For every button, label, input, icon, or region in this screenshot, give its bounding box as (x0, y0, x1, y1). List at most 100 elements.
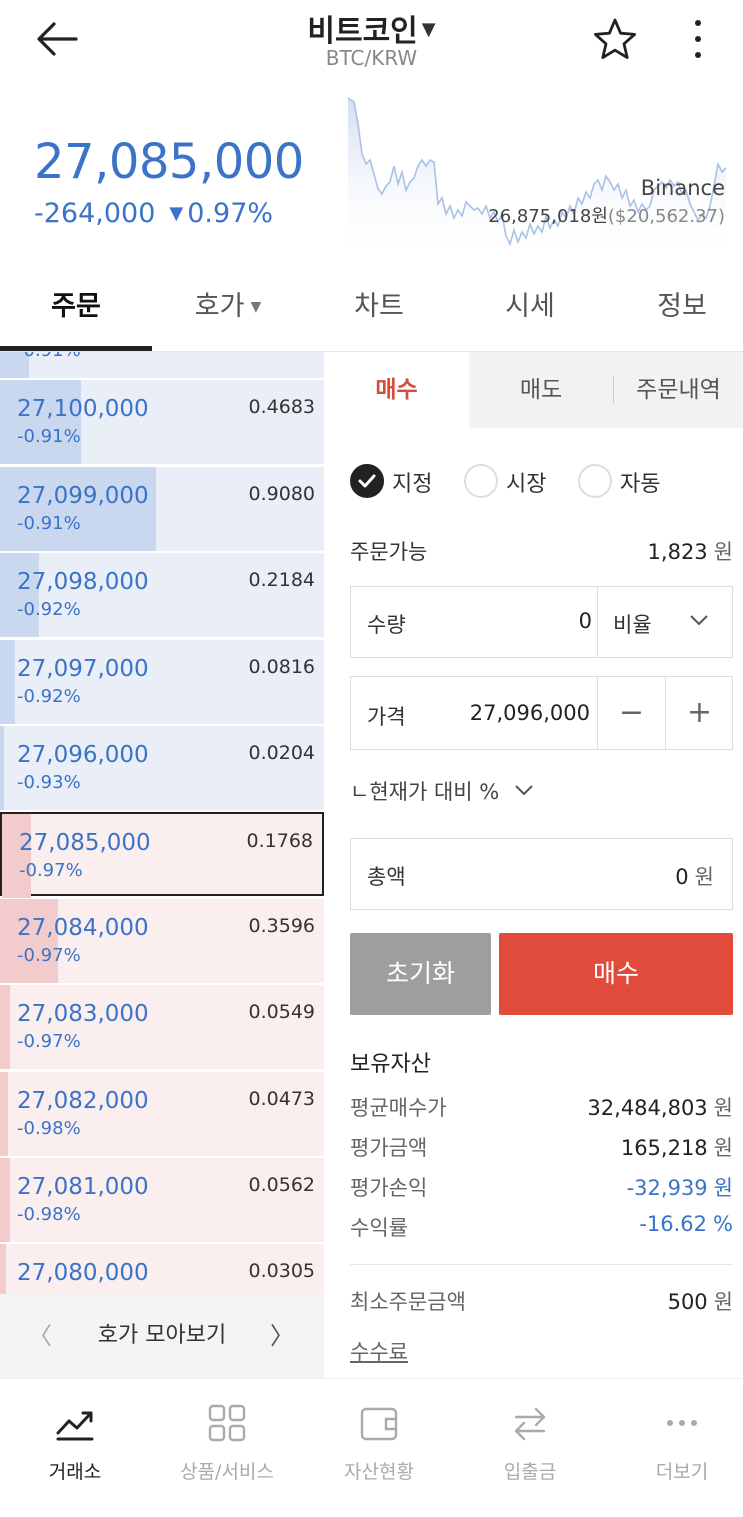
holding-value: 165,218 원 (621, 1132, 733, 1162)
orderbook-price: 27,083,000 (17, 1001, 149, 1028)
orderbook-price: 27,080,000 (17, 1260, 149, 1287)
total-field[interactable]: 총액 0원 (350, 838, 733, 910)
orderbook-price: 27,085,000 (19, 830, 151, 857)
min-order-unit: 원 (713, 1290, 733, 1314)
orderbook-row-current[interactable]: 27,085,000 -0.97% 0.1768 (0, 812, 324, 899)
nav-label: 입출금 (503, 1461, 557, 1483)
radio-market-label: 시장 (506, 472, 547, 497)
orderbook-percent: -0.97% (19, 860, 83, 882)
main-tabs: 주문 호가 ▼ 차트 시세 정보 (0, 266, 743, 352)
bottom-navigation: 거래소 상품/서비스 자산현황 입출금 더보기 (0, 1378, 743, 1517)
radio-auto[interactable] (578, 464, 612, 498)
total-amount: 0 (675, 865, 689, 889)
orderbook-row[interactable]: 27,100,000 -0.91% 0.4683 (0, 380, 324, 465)
orderbook-row[interactable]: 27,082,000 -0.98% 0.0473 (0, 1071, 324, 1156)
radio-market[interactable] (464, 464, 498, 498)
buy-button[interactable]: 매수 (499, 933, 733, 1015)
chevron-right-icon[interactable]: 〉 (270, 1294, 294, 1378)
nav-item[interactable]: 상품/서비스 (153, 1379, 301, 1517)
holding-unit: 원 (713, 1136, 733, 1160)
orderbook-row[interactable]: 27,098,000 -0.92% 0.2184 (0, 553, 324, 638)
orderbook-row[interactable]: 27,081,000 -0.98% 0.0562 (0, 1158, 324, 1242)
min-order-amount: 최소주문금액 500 원 (350, 1286, 733, 1316)
nav-item[interactable]: 자산현황 (305, 1379, 453, 1517)
holding-label: 평가손익 (350, 1176, 428, 1200)
orderbook-price: 27,096,000 (17, 742, 149, 768)
order-tab-history-label: 주문내역 (636, 377, 721, 403)
tab-chart-label: 차트 (354, 291, 404, 322)
order-tab-sell-label: 매도 (519, 377, 563, 403)
volume-bar (0, 985, 10, 1070)
holding-amount: -32,939 (626, 1176, 708, 1200)
tab-info[interactable]: 정보 (606, 266, 743, 352)
fee-link[interactable]: 수수료 (350, 1336, 408, 1366)
more-menu-button[interactable] (680, 14, 716, 64)
price-decrement-button[interactable]: − (598, 677, 665, 749)
order-tab-buy-label: 매수 (375, 377, 418, 403)
order-tab-sell[interactable]: 매도 (469, 352, 613, 428)
transfer-icon (514, 1407, 546, 1441)
quantity-label: 수량 (367, 613, 406, 637)
tab-market[interactable]: 시세 (454, 266, 606, 352)
tab-market-label: 시세 (505, 291, 555, 322)
reset-button[interactable]: 초기화 (350, 933, 491, 1015)
trend-icon (56, 1411, 94, 1441)
orderbook-grouping-control: 〈 호가 모아보기 〉 (0, 1294, 324, 1378)
orderbook-row[interactable]: 27,099,000 -0.91% 0.9080 (0, 466, 324, 551)
exchange-price-krw: 26,875,018원 (488, 206, 608, 227)
volume-bar (0, 726, 4, 810)
order-tab-buy[interactable]: 매수 (324, 352, 469, 428)
price-field[interactable]: 가격 27,096,000 − + (350, 676, 733, 750)
kebab-menu-icon (695, 20, 701, 58)
holding-row: 평가금액 165,218 원 (350, 1132, 733, 1164)
order-form: 매수 매도 주문내역 지정 시장 자동 주문가능 1,823 원 수량 0 비율 … (324, 352, 743, 1378)
favorite-button[interactable] (590, 14, 640, 64)
page-title: 비트코인 (307, 14, 418, 49)
orderbook-quantity: 0.0473 (248, 1087, 315, 1110)
caret-down-icon: ▼ (421, 19, 436, 40)
nav-item[interactable]: 거래소 (1, 1379, 149, 1517)
price-compare-toggle[interactable]: ㄴ현재가 대비 % (350, 776, 535, 806)
nav-item[interactable]: 입출금 (456, 1379, 604, 1517)
nav-item[interactable]: 더보기 (608, 1379, 743, 1517)
exchange-price-usd: ($20,562.37) (607, 206, 725, 227)
orderbook-row[interactable]: 27,096,000 -0.93% 0.0204 (0, 726, 324, 810)
price-input[interactable]: 27,096,000 (470, 701, 590, 725)
available-value: 1,823 원 (648, 536, 733, 566)
price-label: 가격 (367, 705, 406, 729)
change-amount: -264,000 (34, 198, 156, 229)
quantity-field[interactable]: 수량 0 비율 (350, 586, 733, 658)
tab-orderbook[interactable]: 호가 ▼ (152, 266, 304, 352)
orderbook-row[interactable]: 27,080,000 0.0305 (0, 1244, 324, 1294)
orderbook-row[interactable]: 27,084,000 -0.97% 0.3596 (0, 898, 324, 983)
ratio-select-label[interactable]: 비율 (613, 609, 652, 639)
holding-label: 수익률 (350, 1216, 408, 1240)
orderbook-row[interactable]: 27,083,000 -0.97% 0.0549 (0, 985, 324, 1070)
holding-value: 32,484,803 원 (587, 1092, 733, 1122)
check-icon (358, 474, 376, 488)
price-increment-button[interactable]: + (666, 677, 733, 749)
current-price: 27,085,000 (34, 134, 304, 190)
orderbook-percent: -0.97% (17, 944, 81, 966)
chevron-down-icon[interactable] (688, 609, 710, 631)
orderbook-quantity: 0.0305 (248, 1260, 315, 1283)
change-percent: 0.97% (187, 198, 274, 229)
orderbook-row[interactable]: -0.91% (0, 352, 324, 378)
tab-chart[interactable]: 차트 (304, 266, 454, 352)
active-tab-indicator (0, 346, 152, 351)
volume-bar (0, 380, 81, 465)
radio-limit[interactable] (350, 464, 384, 498)
holding-row: 평가손익 -32,939 원 (350, 1172, 733, 1204)
total-unit: 원 (694, 865, 714, 889)
field-divider (597, 587, 598, 657)
quantity-input[interactable]: 0 (579, 609, 592, 633)
orderbook-percent: -0.98% (17, 1117, 81, 1139)
orderbook-percent: -0.91% (17, 352, 81, 361)
order-tab-history[interactable]: 주문내역 (614, 352, 743, 428)
min-order-amount-value: 500 (667, 1290, 708, 1314)
orderbook-row[interactable]: 27,097,000 -0.92% 0.0816 (0, 639, 324, 724)
volume-bar (2, 814, 31, 899)
orderbook-percent: -0.91% (17, 426, 81, 448)
orderbook-price: 27,098,000 (17, 569, 149, 596)
tab-order[interactable]: 주문 (0, 266, 152, 352)
